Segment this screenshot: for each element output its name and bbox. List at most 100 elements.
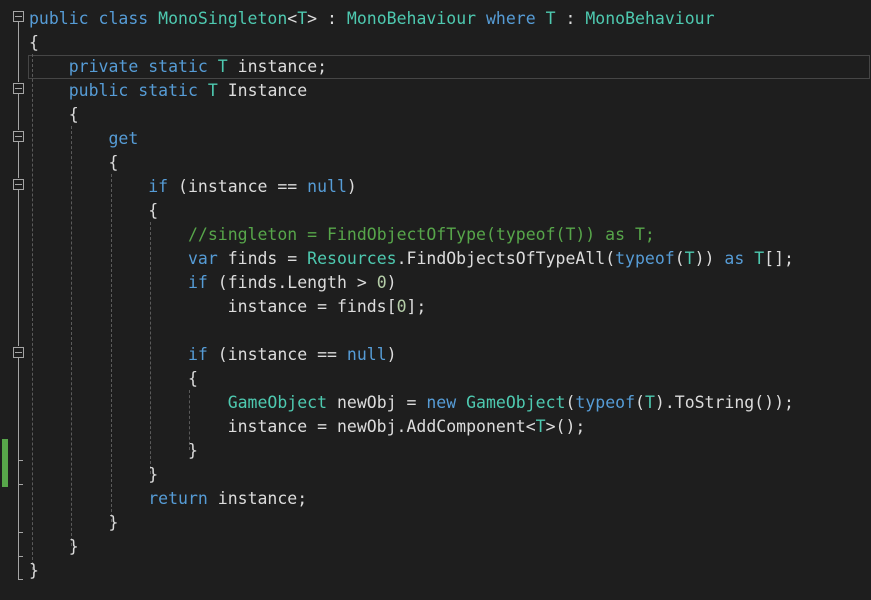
code-line[interactable]: } [29, 535, 79, 559]
text-token: ).ToString()); [654, 393, 794, 412]
type-token: T [297, 9, 308, 28]
keyword-token: new [426, 393, 457, 412]
text-token: { [29, 105, 79, 124]
text-token: } [29, 561, 39, 580]
text-token: instance; [207, 489, 308, 508]
code-line[interactable]: } [29, 511, 118, 535]
number-token: 0 [376, 273, 387, 292]
text-token: { [29, 201, 159, 220]
code-line[interactable]: private static T instance; [29, 55, 327, 79]
outline-line [18, 190, 19, 346]
type-token: T [535, 417, 546, 436]
keyword-token: if [148, 177, 169, 196]
code-line[interactable]: instance = finds[0]; [29, 295, 427, 319]
keyword-token: public [68, 81, 129, 100]
outline-end-tick [18, 484, 23, 485]
text-token: .FindObjectsOfTypeAll( [396, 249, 616, 268]
code-line[interactable]: return instance; [29, 487, 307, 511]
type-token: Resources [307, 249, 397, 268]
text-token: } [29, 441, 198, 460]
type-token: MonoBehaviour [585, 9, 715, 28]
keyword-token: as [724, 249, 745, 268]
keyword-token: var [187, 249, 218, 268]
keyword-token: null [346, 345, 387, 364]
keyword-token: if [187, 345, 208, 364]
outline-end-tick [18, 532, 23, 533]
type-token: T [217, 57, 228, 76]
type-token: GameObject [466, 393, 566, 412]
text-token: ( [674, 249, 685, 268]
type-token: GameObject [227, 393, 328, 412]
type-token: T [207, 81, 218, 100]
text-token: instance; [227, 57, 328, 76]
keyword-token: null [307, 177, 347, 196]
text-token: instance = finds[ [29, 297, 397, 316]
code-editor[interactable]: public class MonoSingleton<T> : MonoBeha… [0, 0, 871, 600]
type-token: T [644, 393, 655, 412]
change-indicator-bar [2, 439, 8, 487]
code-line[interactable]: } [29, 559, 39, 583]
collapse-if-icon[interactable] [13, 179, 24, 190]
keyword-token: static [148, 57, 208, 76]
collapse-inner-if-icon[interactable] [13, 347, 24, 358]
code-line[interactable]: //singleton = FindObjectOfType(typeof(T)… [29, 223, 655, 247]
code-line[interactable]: if (finds.Length > 0) [29, 271, 397, 295]
code-line[interactable]: { [29, 199, 158, 223]
text-token: ) [386, 345, 397, 364]
text-token: )) [694, 249, 725, 268]
keyword-token: if [187, 273, 208, 292]
keyword-token: where [486, 9, 536, 28]
text-token: (instance == [168, 177, 308, 196]
collapse-class-icon[interactable] [13, 11, 24, 22]
keyword-token: get [108, 129, 139, 148]
outline-line [18, 358, 19, 580]
text-token: { [29, 33, 39, 52]
text-token: : [555, 9, 586, 28]
outline-end-tick [18, 556, 23, 557]
code-line[interactable]: { [29, 103, 79, 127]
code-line[interactable]: { [29, 31, 39, 55]
text-token: > : [307, 9, 347, 28]
type-token: T [754, 249, 765, 268]
collapse-get-icon[interactable] [13, 131, 24, 142]
code-line[interactable]: instance = newObj.AddComponent<T>(); [29, 415, 586, 439]
code-line[interactable]: if (instance == null) [29, 343, 397, 367]
keyword-token: public [29, 9, 89, 28]
code-line[interactable]: } [29, 439, 198, 463]
keyword-token: typeof [615, 249, 675, 268]
code-line[interactable]: get [29, 127, 138, 151]
collapse-property-icon[interactable] [13, 83, 24, 94]
code-line[interactable]: } [29, 463, 158, 487]
keyword-token: private [68, 57, 139, 76]
text-token: (finds.Length > [207, 273, 377, 292]
outline-line [18, 22, 19, 82]
code-line[interactable]: public class MonoSingleton<T> : MonoBeha… [29, 7, 715, 31]
outline-end-tick [18, 579, 23, 580]
text-token: } [29, 513, 119, 532]
text-token: Instance [217, 81, 308, 100]
code-line[interactable]: { [29, 367, 198, 391]
text-token: ( [565, 393, 576, 412]
code-line[interactable]: public static T Instance [29, 79, 307, 103]
code-line[interactable]: GameObject newObj = new GameObject(typeo… [29, 391, 794, 415]
code-line[interactable]: if (instance == null) [29, 175, 357, 199]
text-token: ) [346, 177, 357, 196]
code-line[interactable]: { [29, 151, 118, 175]
text-token: } [29, 537, 79, 556]
code-line[interactable]: var finds = Resources.FindObjectsOfTypeA… [29, 247, 794, 271]
